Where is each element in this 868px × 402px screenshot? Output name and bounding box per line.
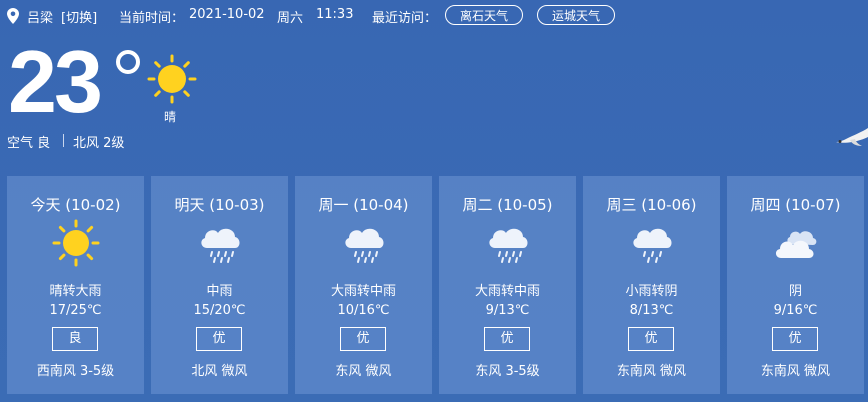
rain-icon xyxy=(345,228,384,263)
location-pin-icon xyxy=(7,8,19,24)
forecast-temperature: 9/13℃ xyxy=(485,303,530,318)
current-weekday: 周六 xyxy=(277,11,304,26)
forecast-wind: 东风 3-5级 xyxy=(475,364,540,379)
sun-icon xyxy=(147,54,197,104)
forecast-day: 周二 (10-05) xyxy=(462,196,553,214)
forecast-card[interactable]: 周一 (10-04) 大雨转中雨 10/16℃ 优 东风 微风 xyxy=(295,176,432,394)
forecast-card[interactable]: 周三 (10-06) 小雨转阴 8/13℃ 优 东南风 微风 xyxy=(583,176,720,394)
divider xyxy=(63,134,64,147)
air-quality: 空气 良 xyxy=(7,136,51,151)
forecast-temperature: 8/13℃ xyxy=(629,303,674,318)
forecast-temperature: 10/16℃ xyxy=(337,303,390,318)
city-name: 吕梁 xyxy=(27,11,54,26)
forecast-temperature: 9/16℃ xyxy=(773,303,818,318)
top-bar: 吕梁 [切换] 当前时间： 2021-10-02 周六 11:33 最近访问： … xyxy=(0,0,868,34)
forecast-wind: 北风 微风 xyxy=(191,364,248,379)
forecast-day: 周四 (10-07) xyxy=(750,196,841,214)
switch-city-link[interactable]: [切换] xyxy=(61,7,97,26)
current-time: 11:33 xyxy=(316,7,354,22)
aqi-badge: 优 xyxy=(772,327,818,351)
forecast-card[interactable]: 周二 (10-05) 大雨转中雨 9/13℃ 优 东风 3-5级 xyxy=(439,176,576,394)
forecast-day: 周三 (10-06) xyxy=(606,196,697,214)
forecast-day: 周一 (10-04) xyxy=(318,196,409,214)
forecast-condition: 大雨转中雨 xyxy=(474,284,540,299)
forecast-wind: 东南风 微风 xyxy=(616,364,687,379)
bird-decoration xyxy=(836,128,868,146)
degree-symbol xyxy=(116,50,140,74)
forecast-card[interactable]: 明天 (10-03) 中雨 15/20℃ 优 北风 微风 xyxy=(151,176,288,394)
current-wind: 北风 2级 xyxy=(73,136,125,151)
rain-icon xyxy=(489,228,528,263)
recent-city-link[interactable]: 离石天气 xyxy=(445,5,523,25)
forecast-condition: 小雨转阴 xyxy=(625,284,678,299)
cloud-icon xyxy=(775,231,817,258)
forecast-day: 今天 (10-02) xyxy=(30,196,121,214)
recent-city-link[interactable]: 运城天气 xyxy=(537,5,615,25)
forecast-day: 明天 (10-03) xyxy=(174,196,265,214)
sun-icon xyxy=(52,219,100,267)
forecast-card[interactable]: 周四 (10-07) 阴 9/16℃ 优 东南风 微风 xyxy=(727,176,864,394)
forecast-wind: 东南风 微风 xyxy=(760,364,831,379)
aqi-badge: 优 xyxy=(628,327,674,351)
aqi-badge: 良 xyxy=(52,327,98,351)
forecast-condition: 晴转大雨 xyxy=(49,284,102,299)
forecast-temperature: 15/20℃ xyxy=(193,303,246,318)
rain-icon xyxy=(201,228,240,263)
forecast-condition: 中雨 xyxy=(206,284,233,299)
recent-visits-label: 最近访问： xyxy=(372,11,438,26)
current-temperature: 23 xyxy=(8,32,103,131)
forecast-condition: 阴 xyxy=(788,284,802,299)
forecast-condition: 大雨转中雨 xyxy=(330,284,396,299)
current-date: 2021-10-02 xyxy=(189,7,265,22)
current-condition: 晴 xyxy=(164,110,177,124)
forecast-wind: 西南风 3-5级 xyxy=(36,364,115,379)
forecast-wind: 东风 微风 xyxy=(335,364,392,379)
aqi-badge: 优 xyxy=(484,327,530,351)
forecast-temperature: 17/25℃ xyxy=(49,303,102,318)
forecast-card[interactable]: 今天 (10-02) 晴转大雨 17/25℃ 良 西南风 3-5级 xyxy=(7,176,144,394)
aqi-badge: 优 xyxy=(340,327,386,351)
rain-icon xyxy=(633,228,672,263)
current-time-label: 当前时间： xyxy=(119,11,185,26)
aqi-badge: 优 xyxy=(196,327,242,351)
